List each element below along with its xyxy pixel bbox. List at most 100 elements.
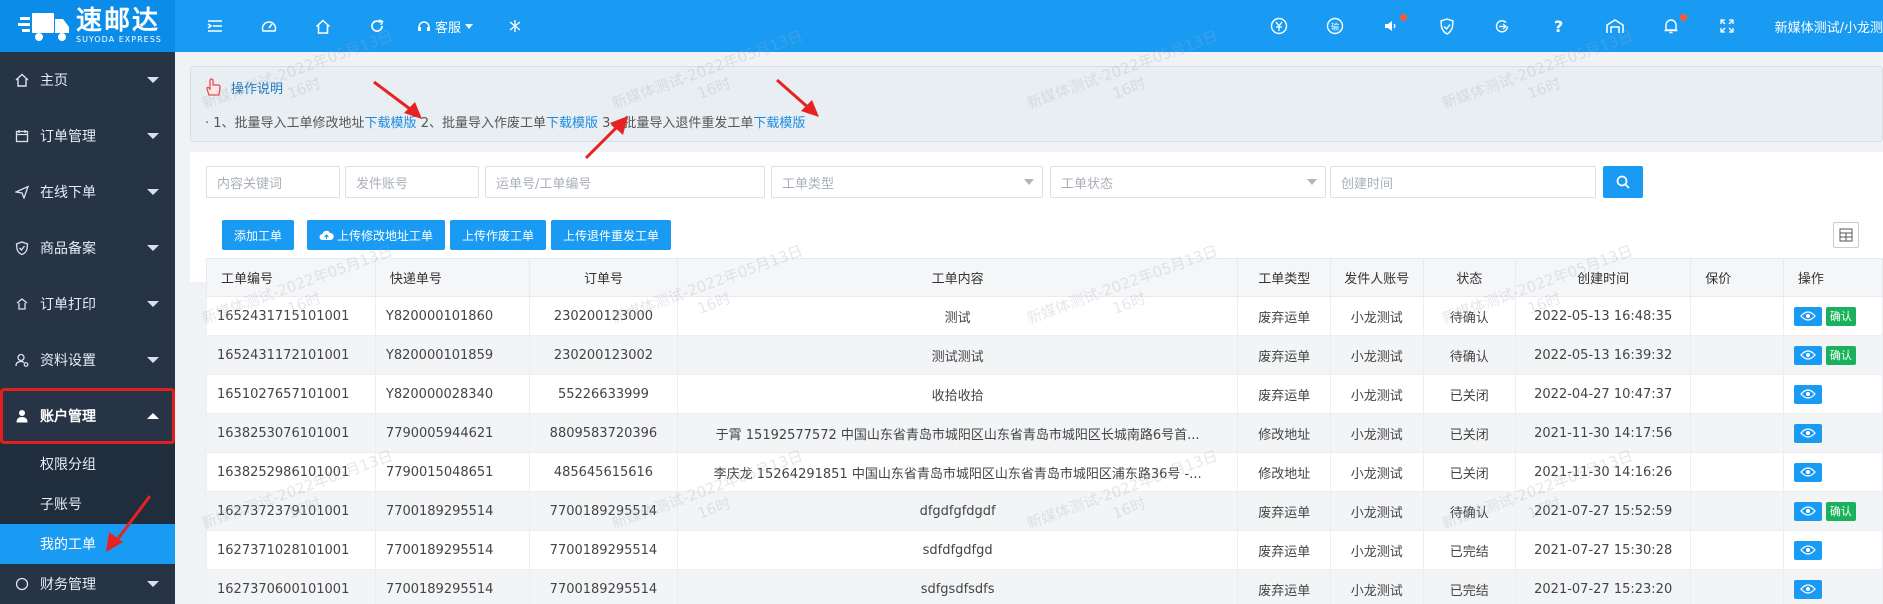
add-ticket-button[interactable]: 添加工单 xyxy=(222,220,295,250)
column-settings-icon[interactable] xyxy=(1833,222,1859,248)
created-time-cell: 2021-07-27 15:30:28 xyxy=(1515,530,1692,570)
download-template-link-1[interactable]: 下载模版 xyxy=(365,116,417,131)
view-button[interactable] xyxy=(1793,501,1822,521)
sidebar-subitem-my-tickets[interactable]: 我的工单 xyxy=(0,524,175,564)
sidebar-item-product-filing[interactable]: 商品备案 xyxy=(0,220,175,276)
waybill-number-input[interactable]: 运单号/工单编号 xyxy=(485,166,765,198)
download-template-link-2[interactable]: 下载模版 xyxy=(546,116,598,131)
sidebar-item-label: 财务管理 xyxy=(40,577,96,593)
eye-icon xyxy=(1799,388,1816,399)
menu-toggle-icon[interactable] xyxy=(203,14,227,38)
view-button[interactable] xyxy=(1793,345,1822,365)
top-bar: 客服 输 ? 新媒体测试/小龙测 xyxy=(175,0,1883,52)
sidebar-item-online-order[interactable]: 在线下单 xyxy=(0,164,175,220)
created-time-cell: 2022-04-27 10:47:37 xyxy=(1515,374,1692,414)
gift-icon[interactable] xyxy=(503,14,527,38)
view-button[interactable] xyxy=(1793,540,1822,560)
currency-icon[interactable] xyxy=(1267,14,1291,38)
fullscreen-icon[interactable] xyxy=(1715,14,1739,38)
eye-icon xyxy=(1799,544,1816,555)
ticket-type-placeholder: 工单类型 xyxy=(782,176,835,192)
table-row[interactable]: 1652431172101001 Y820000101859 23020012300… xyxy=(206,335,1883,375)
express-number-cell: 7790015048651 xyxy=(374,452,531,492)
shield-icon xyxy=(14,240,30,256)
search-button[interactable] xyxy=(1603,166,1643,198)
sender-account-input[interactable]: 发件账号 xyxy=(345,166,479,198)
user-name[interactable]: 新媒体测试/小龙测 xyxy=(1775,17,1883,36)
sender-account-cell: 小龙测试 xyxy=(1330,335,1424,375)
view-button[interactable] xyxy=(1793,384,1822,404)
table-row[interactable]: 1627370600101001 7700189295514 77001892955… xyxy=(206,569,1883,604)
sidebar-item-home[interactable]: 主页 xyxy=(0,52,175,108)
confirm-button[interactable]: 确认 xyxy=(1825,306,1856,326)
created-time-input[interactable]: 创建时间 xyxy=(1330,166,1596,198)
express-number-cell: 7700189295514 xyxy=(374,530,531,570)
express-number-cell: Y820000028340 xyxy=(374,374,531,414)
shipping-icon[interactable]: 输 xyxy=(1323,14,1347,38)
sender-account-cell: 小龙测试 xyxy=(1330,413,1424,453)
confirm-button[interactable]: 确认 xyxy=(1825,345,1856,365)
sidebar-item-orders[interactable]: 订单管理 xyxy=(0,108,175,164)
status-cell: 已关闭 xyxy=(1422,452,1517,492)
customer-service-menu[interactable]: 客服 xyxy=(417,17,474,36)
help-icon[interactable]: ? xyxy=(1547,14,1571,38)
speaker-icon[interactable] xyxy=(1379,14,1407,38)
upload-void-ticket-button[interactable]: 上传作废工单 xyxy=(450,220,547,250)
created-time-cell: 2022-05-13 16:39:32 xyxy=(1515,335,1692,375)
table-row[interactable]: 1651027657101001 Y820000028340 55226633999… xyxy=(206,374,1883,414)
sender-account-cell: 小龙测试 xyxy=(1330,569,1424,604)
ticket-content-cell: 李庆龙 15264291851 中国山东省青岛市城阳区山东省青岛市城阳区浦东路3… xyxy=(676,452,1239,492)
bell-icon[interactable] xyxy=(1659,14,1687,38)
home-icon xyxy=(14,72,30,88)
insured-value-cell xyxy=(1690,374,1784,414)
ticket-id-cell: 1627372379101001 xyxy=(206,491,376,531)
sidebar-item-account[interactable]: 账户管理 xyxy=(0,388,175,444)
insured-value-cell xyxy=(1690,530,1784,570)
ticket-status-select[interactable]: 工单状态 xyxy=(1050,166,1326,198)
refresh-icon[interactable] xyxy=(365,14,389,38)
table-row[interactable]: 1652431715101001 Y820000101860 23020012300… xyxy=(206,296,1883,336)
brand-name: 速邮达 xyxy=(76,6,161,36)
ticket-type-select[interactable]: 工单类型 xyxy=(771,166,1043,198)
sidebar-subitem-sub-accounts[interactable]: 子账号 xyxy=(0,484,175,524)
ticket-content-cell: 测试 xyxy=(676,296,1239,336)
sidebar-subitem-permission-groups[interactable]: 权限分组 xyxy=(0,444,175,484)
notice-step-2: 2、批量导入作废工单 xyxy=(416,116,546,131)
column-header: 发件人账号 xyxy=(1330,258,1424,297)
insured-value-cell xyxy=(1690,335,1784,375)
sidebar-item-finance[interactable]: 财务管理 xyxy=(0,564,175,604)
ticket-type-cell: 废弃运单 xyxy=(1237,530,1331,570)
ticket-content-cell: sdfdfgdfgd xyxy=(676,530,1239,570)
upload-address-ticket-button[interactable]: 上传修改地址工单 xyxy=(307,220,446,250)
sidebar-item-order-print[interactable]: 订单打印 xyxy=(0,276,175,332)
keyword-input[interactable]: 内容关键词 xyxy=(206,166,340,198)
view-button[interactable] xyxy=(1793,462,1822,482)
shield-check-icon[interactable] xyxy=(1435,14,1459,38)
dashboard-icon[interactable] xyxy=(257,14,281,38)
ticket-type-cell: 废弃运单 xyxy=(1237,296,1331,336)
sidebar-item-profile-settings[interactable]: 资料设置 xyxy=(0,332,175,388)
download-template-link-3[interactable]: 下载模版 xyxy=(753,116,805,131)
view-button[interactable] xyxy=(1793,579,1822,599)
notification-dot xyxy=(1679,14,1687,21)
table-row[interactable]: 1638252986101001 7790015048651 48564561561… xyxy=(206,452,1883,492)
home-icon[interactable] xyxy=(311,14,335,38)
exchange-icon[interactable] xyxy=(1491,14,1515,38)
view-button[interactable] xyxy=(1793,306,1822,326)
ticket-content-cell: sdfgsdfsdfs xyxy=(676,569,1239,604)
table-row[interactable]: 1627371028101001 7700189295514 77001892955… xyxy=(206,530,1883,570)
upload-return-ticket-button[interactable]: 上传退件重发工单 xyxy=(551,220,672,250)
view-button[interactable] xyxy=(1793,423,1822,443)
logo[interactable]: 速邮达 SUYODA EXPRESS xyxy=(0,0,175,52)
actions-cell xyxy=(1782,374,1883,414)
notice-step-3: 3、批量导入退件重发工单 xyxy=(597,116,754,131)
chevron-down-icon xyxy=(147,245,159,251)
insured-value-cell xyxy=(1690,296,1784,336)
eye-icon xyxy=(1799,466,1816,477)
table-row[interactable]: 1638253076101001 7790005944621 88095837203… xyxy=(206,413,1883,453)
notice-header: 操作说明 xyxy=(203,77,283,97)
confirm-button[interactable]: 确认 xyxy=(1825,501,1856,521)
table-row[interactable]: 1627372379101001 7700189295514 77001892955… xyxy=(206,491,1883,531)
building-icon[interactable] xyxy=(1603,14,1627,38)
notice-step-1: 1、批量导入工单修改地址 xyxy=(213,116,365,131)
